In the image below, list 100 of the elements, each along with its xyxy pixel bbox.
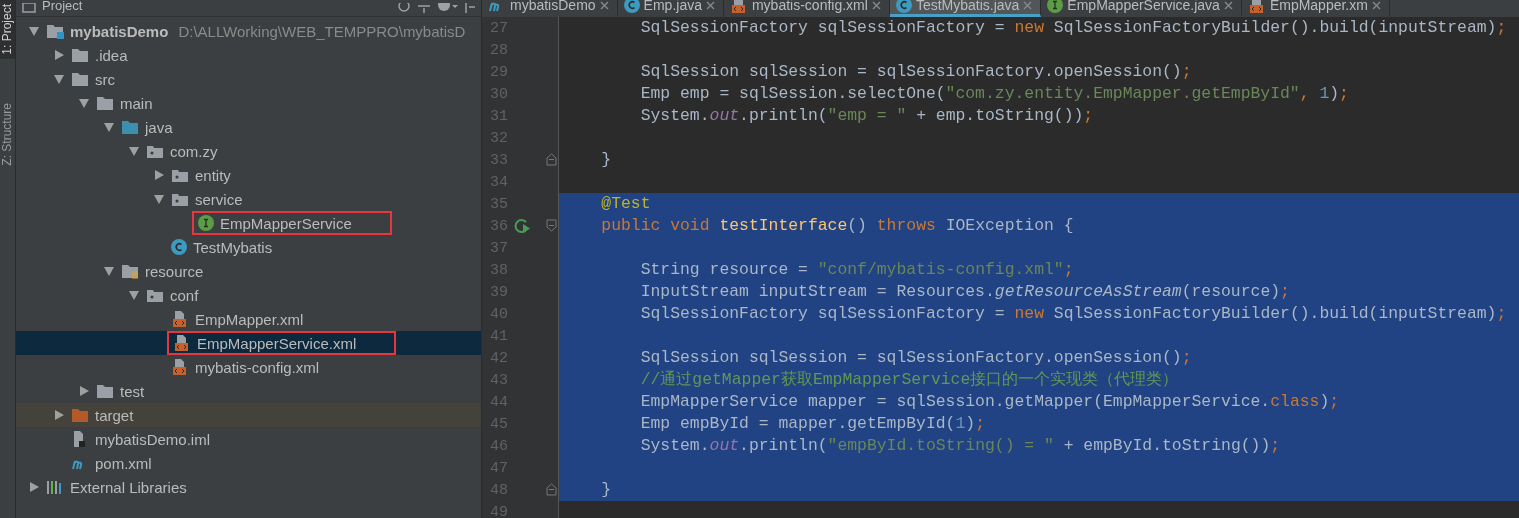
xml-file-icon [171,311,189,327]
editor-tab[interactable]: TestMybatis.java [889,0,1042,17]
resource-folder-icon [121,263,139,279]
tree-item[interactable]: External Libraries [16,475,481,499]
expanded-arrow-icon[interactable] [127,145,140,157]
xml-file-icon [729,0,748,13]
panel-title[interactable]: Project [42,0,83,13]
collapsed-arrow-icon[interactable] [77,385,90,397]
fold-marker-icon[interactable] [546,219,557,232]
item-name: pom.xml [95,454,152,472]
item-name: test [120,382,145,400]
run-icon[interactable] [514,218,532,234]
tab-label: mybatisDemo [510,0,596,13]
item-name: conf [170,286,199,304]
item-name: EmpMapper.xml [195,310,304,328]
expanded-arrow-icon[interactable] [127,289,140,301]
expanded-arrow-icon[interactable] [152,193,165,205]
tree-item[interactable]: .idea [16,43,481,67]
item-name: com.zy [170,142,218,160]
tree-item[interactable]: service [16,187,481,211]
tree-item[interactable]: com.zy [16,139,481,163]
folder-icon [96,95,114,111]
package-icon [146,143,164,159]
code-line: SqlSessionFactory sqlSessionFactory = new SqlSessionFactoryBuilder().build(inputStream); [639,17,1508,39]
tree-item[interactable]: java [16,115,481,139]
close-icon[interactable] [871,0,881,10]
class-icon [171,239,187,255]
tree-item[interactable]: EmpMapperService [16,211,481,235]
code-line: System.out.println("emp = " + emp.toString()); [639,105,1095,127]
close-icon[interactable] [1023,0,1033,10]
collapsed-arrow-icon[interactable] [152,169,165,181]
tree-item[interactable]: test [16,379,481,403]
close-icon[interactable] [1371,0,1381,10]
hide-panel-icon[interactable] [465,3,475,13]
tree-item[interactable]: mybatisDemo D:\ALLWorking\WEB_TEMPPRO\mybatisD [16,19,481,43]
panel-icon [22,3,36,13]
item-name: mybatisDemo.iml [95,430,211,448]
interface-icon [1047,0,1064,13]
tree-item[interactable]: TestMybatis [16,235,481,259]
item-name: mybatis-config.xml [195,358,320,376]
libraries-icon [46,479,64,495]
xml-file-icon [1247,0,1266,13]
class-icon [623,0,640,13]
expanded-arrow-icon[interactable] [102,265,115,277]
close-icon[interactable] [705,0,715,10]
tab-label: EmpMapper.xm [1269,0,1368,13]
tree-item[interactable]: entity [16,163,481,187]
item-name: service [195,190,243,208]
item-name: src [95,70,115,88]
item-name: resource [145,262,204,280]
expanded-arrow-icon[interactable] [77,97,90,109]
tree-item[interactable]: resource [16,259,481,283]
folder-icon [96,383,114,399]
tree-item[interactable]: mybatis-config.xml [16,355,481,379]
tree-item[interactable]: target [16,403,481,427]
module-folder-icon [46,23,64,39]
item-path: D:\ALLWorking\WEB_TEMPPRO\mybatisD [178,22,466,40]
item-name: EmpMapperService.xml [197,334,357,352]
fold-marker-icon[interactable] [546,483,557,496]
item-name: target [95,406,134,424]
tab-label: Emp.java [643,0,702,13]
tab-label: TestMybatis.java [915,0,1020,13]
tab-label: mybatis-config.xml [751,0,868,13]
expanded-arrow-icon[interactable] [52,73,65,85]
tree-item[interactable]: pom.xml [16,451,481,475]
close-icon[interactable] [599,0,609,10]
expanded-arrow-icon[interactable] [102,121,115,133]
collapsed-arrow-icon[interactable] [52,49,65,61]
code-line: SqlSession sqlSession = sqlSessionFactory.openSession(); [639,61,1193,83]
collapse-icon[interactable] [417,3,431,13]
interface-icon [198,215,214,231]
item-name: java [145,118,173,136]
xml-file-icon [171,359,189,375]
item-name: entity [195,166,231,184]
item-name: TestMybatis [193,238,273,256]
tab-label: EmpMapperService.java [1067,0,1220,13]
xml-file-icon [173,335,191,351]
tool-window-tab[interactable]: Z: Structure [0,98,15,170]
collapsed-arrow-icon[interactable] [52,409,65,421]
tree-item[interactable]: mybatisDemo.iml [16,427,481,451]
item-name: main [120,94,153,112]
package-icon [146,287,164,303]
excluded-folder-icon [71,407,89,423]
close-icon[interactable] [1223,0,1233,10]
tool-window-tab[interactable]: 1: Project [0,0,15,59]
tree-item[interactable]: conf [16,283,481,307]
package-icon [171,167,189,183]
tree-item[interactable]: main [16,91,481,115]
item-name: EmpMapperService [220,214,352,232]
folder-icon [71,47,89,63]
code-line: Emp emp = sqlSession.selectOne("com.zy.entity.EmpMapper.getEmpById", 1); [639,83,1350,105]
fold-marker-icon[interactable] [546,153,557,166]
tree-item[interactable]: src [16,67,481,91]
expanded-arrow-icon[interactable] [27,25,40,37]
collapsed-arrow-icon[interactable] [27,481,40,493]
package-icon [171,191,189,207]
tree-item[interactable]: EmpMapperService.xml [16,331,481,355]
tree-item[interactable]: EmpMapper.xml [16,307,481,331]
folder-icon [71,71,89,87]
source-folder-icon [121,119,139,135]
